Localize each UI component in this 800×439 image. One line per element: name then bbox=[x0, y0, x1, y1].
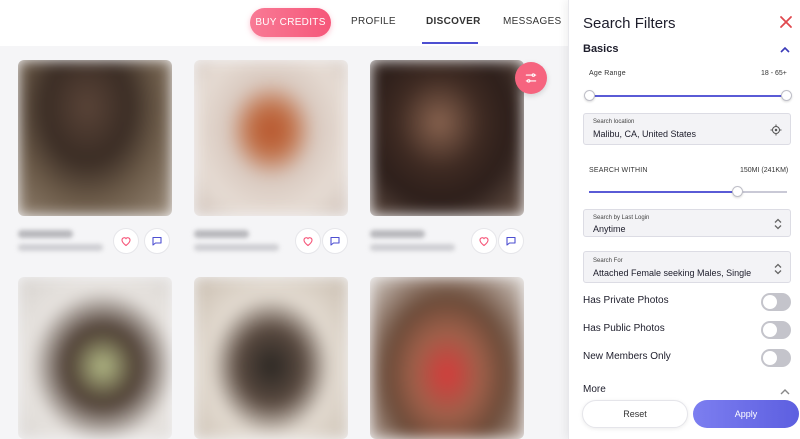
select-arrows-icon bbox=[774, 263, 782, 275]
last-login-value[interactable]: Anytime bbox=[593, 224, 626, 234]
close-icon[interactable] bbox=[778, 14, 794, 30]
profile-card-info bbox=[370, 226, 524, 266]
profile-location bbox=[18, 244, 103, 251]
profile-card-info bbox=[194, 226, 348, 266]
last-login-label: Search by Last Login bbox=[593, 215, 650, 221]
search-filters-panel: Search Filters Basics Age Range 18 - 65+… bbox=[568, 0, 800, 439]
age-range-slider[interactable] bbox=[589, 95, 787, 97]
chat-bubble-icon bbox=[330, 236, 340, 246]
search-for-label: Search For bbox=[593, 258, 623, 264]
new-members-label: New Members Only bbox=[583, 351, 671, 362]
message-button[interactable] bbox=[144, 228, 170, 254]
search-within-slider[interactable] bbox=[589, 191, 738, 193]
private-photos-toggle[interactable] bbox=[761, 293, 791, 311]
search-for-select[interactable]: Search For Attached Female seeking Males… bbox=[583, 251, 791, 283]
age-range-min-handle[interactable] bbox=[584, 90, 595, 101]
search-location-value[interactable]: Malibu, CA, United States bbox=[593, 129, 696, 139]
profile-photo[interactable] bbox=[370, 60, 524, 216]
chat-bubble-icon bbox=[152, 236, 162, 246]
profile-location bbox=[194, 244, 279, 251]
profile-photo[interactable] bbox=[194, 60, 348, 216]
profile-card[interactable] bbox=[18, 277, 172, 439]
profile-card[interactable] bbox=[370, 277, 524, 439]
chevron-up-icon[interactable] bbox=[780, 388, 790, 395]
sliders-icon bbox=[525, 73, 537, 83]
like-button[interactable] bbox=[295, 228, 321, 254]
profile-photo[interactable] bbox=[194, 277, 348, 439]
reset-button[interactable]: Reset bbox=[582, 400, 688, 428]
profile-card[interactable] bbox=[18, 60, 172, 216]
profile-name bbox=[370, 230, 425, 238]
search-location-label: Search location bbox=[593, 119, 635, 125]
profile-photo[interactable] bbox=[18, 277, 172, 439]
profile-card-info bbox=[18, 226, 172, 266]
profile-card[interactable] bbox=[370, 60, 524, 216]
message-button[interactable] bbox=[322, 228, 348, 254]
more-section-header[interactable]: More bbox=[583, 384, 606, 395]
age-range-value: 18 - 65+ bbox=[761, 70, 787, 77]
crosshair-icon[interactable] bbox=[770, 124, 782, 136]
heart-icon bbox=[121, 237, 131, 247]
buy-credits-button[interactable]: BUY CREDITS bbox=[250, 8, 331, 37]
profile-location bbox=[370, 244, 455, 251]
toggle-row-private-photos: Has Private Photos bbox=[583, 292, 791, 312]
like-button[interactable] bbox=[113, 228, 139, 254]
panel-title: Search Filters bbox=[583, 15, 676, 32]
apply-button[interactable]: Apply bbox=[693, 400, 799, 428]
search-within-value: 150MI (241KM) bbox=[740, 167, 789, 174]
public-photos-toggle[interactable] bbox=[761, 321, 791, 339]
profile-photo[interactable] bbox=[18, 60, 172, 216]
age-range-max-handle[interactable] bbox=[781, 90, 792, 101]
public-photos-label: Has Public Photos bbox=[583, 323, 665, 334]
chevron-up-icon[interactable] bbox=[780, 46, 790, 53]
profile-photo[interactable] bbox=[370, 277, 524, 439]
nav-active-indicator bbox=[422, 42, 478, 44]
profile-name bbox=[18, 230, 73, 238]
select-arrows-icon bbox=[774, 218, 782, 230]
age-range-label: Age Range bbox=[589, 70, 626, 77]
search-within-handle[interactable] bbox=[731, 186, 743, 197]
filter-toggle-button[interactable] bbox=[515, 62, 547, 94]
chat-bubble-icon bbox=[506, 236, 516, 246]
like-button[interactable] bbox=[471, 228, 497, 254]
profile-card[interactable] bbox=[194, 277, 348, 439]
toggle-row-public-photos: Has Public Photos bbox=[583, 320, 791, 340]
nav-discover[interactable]: DISCOVER bbox=[426, 16, 481, 27]
nav-profile[interactable]: PROFILE bbox=[351, 16, 396, 27]
new-members-toggle[interactable] bbox=[761, 349, 791, 367]
profile-name bbox=[194, 230, 249, 238]
search-location-field[interactable]: Search location Malibu, CA, United State… bbox=[583, 113, 791, 145]
search-for-value[interactable]: Attached Female seeking Males, Single bbox=[593, 268, 751, 278]
last-login-select[interactable]: Search by Last Login Anytime bbox=[583, 209, 791, 237]
basics-section-header[interactable]: Basics bbox=[583, 43, 618, 55]
message-button[interactable] bbox=[498, 228, 524, 254]
private-photos-label: Has Private Photos bbox=[583, 295, 669, 306]
search-within-label: SEARCH WITHIN bbox=[589, 167, 648, 174]
profile-card[interactable] bbox=[194, 60, 348, 216]
top-navigation: BUY CREDITS PROFILE DISCOVER MESSAGES bbox=[0, 0, 568, 46]
toggle-row-new-members: New Members Only bbox=[583, 348, 791, 368]
nav-messages[interactable]: MESSAGES bbox=[503, 16, 562, 27]
heart-icon bbox=[479, 237, 489, 247]
heart-icon bbox=[303, 237, 313, 247]
